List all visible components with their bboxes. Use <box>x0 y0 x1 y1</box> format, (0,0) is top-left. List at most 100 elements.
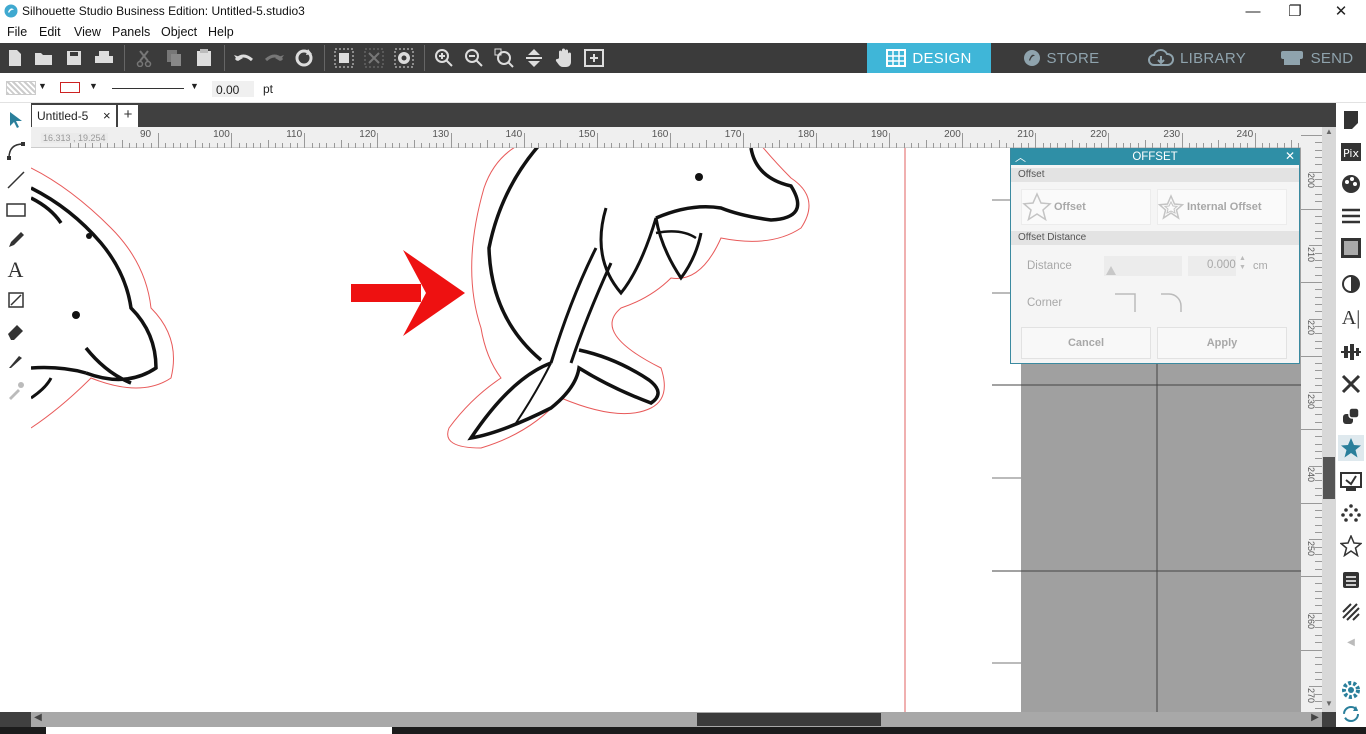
open-folder-icon[interactable] <box>31 46 57 70</box>
fit-to-page-icon[interactable] <box>521 46 547 70</box>
distance-spinner-icon[interactable]: ▲ ▼ <box>1239 254 1246 272</box>
minimize-button[interactable]: — <box>1230 0 1276 22</box>
print-icon[interactable] <box>91 46 117 70</box>
ungroup-icon[interactable] <box>361 46 387 70</box>
page-setup-icon[interactable] <box>1338 107 1364 133</box>
select-tool-icon[interactable] <box>3 107 28 133</box>
pan-hand-icon[interactable] <box>551 46 577 70</box>
compound-path-icon[interactable] <box>391 46 417 70</box>
collapse-chevron-icon[interactable]: ︿ <box>1015 149 1026 165</box>
line-color-swatch[interactable] <box>60 82 80 93</box>
save-icon[interactable] <box>61 46 87 70</box>
trace-icon[interactable] <box>1338 469 1364 495</box>
store-icon <box>1023 50 1040 66</box>
distance-slider[interactable] <box>1104 256 1182 276</box>
rectangle-tool-icon[interactable] <box>3 197 28 223</box>
collapse-panel-icon[interactable]: ◀ <box>1338 629 1364 655</box>
image-effects-icon[interactable] <box>1338 235 1364 261</box>
scroll-down-icon[interactable]: ▼ <box>1323 699 1335 711</box>
star-outline-icon[interactable] <box>1338 533 1364 559</box>
main-dolphin-image <box>447 148 810 449</box>
ruler-label: 230 <box>1306 393 1316 409</box>
ruler-label: 170 <box>724 129 742 140</box>
corner-sharp-icon[interactable] <box>1113 292 1137 312</box>
close-tab-icon[interactable]: × <box>103 108 111 123</box>
copy-icon[interactable] <box>161 46 187 70</box>
tab-library[interactable]: LIBRARY <box>1132 43 1262 73</box>
internal-offset-button[interactable]: Internal Offset <box>1157 189 1287 225</box>
distance-input[interactable]: 0.000 <box>1188 256 1236 276</box>
eyedropper-tool-icon[interactable] <box>3 377 28 403</box>
sketch-tool-icon[interactable] <box>3 287 28 313</box>
menu-file[interactable]: File <box>7 25 27 39</box>
apply-button[interactable]: Apply <box>1157 327 1287 359</box>
zoom-in-icon[interactable] <box>431 46 457 70</box>
tab-design[interactable]: DESIGN <box>867 43 991 73</box>
line-tool-icon[interactable] <box>3 167 28 193</box>
tab-send[interactable]: SEND <box>1266 43 1366 73</box>
sketch-panel-icon[interactable] <box>1338 599 1364 625</box>
horizontal-scrollbar[interactable]: ◀ ▶ <box>31 712 1322 727</box>
replicate-icon[interactable] <box>1338 403 1364 429</box>
new-file-icon[interactable] <box>2 46 28 70</box>
paste-icon[interactable] <box>191 46 217 70</box>
contrast-icon[interactable] <box>1338 271 1364 297</box>
redo-icon[interactable] <box>261 46 287 70</box>
line-style-preview[interactable] <box>112 88 184 89</box>
horizontal-scroll-thumb[interactable] <box>697 713 881 726</box>
layers-icon[interactable] <box>1338 567 1364 593</box>
cancel-button[interactable]: Cancel <box>1021 327 1151 359</box>
undo-icon[interactable] <box>231 46 257 70</box>
menu-help[interactable]: Help <box>208 25 234 39</box>
corner-round-icon[interactable] <box>1159 292 1183 312</box>
tab-store[interactable]: STORE <box>1007 43 1115 73</box>
zoom-out-icon[interactable] <box>461 46 487 70</box>
add-tab-button[interactable]: + <box>118 105 138 127</box>
transform-icon[interactable] <box>1338 371 1364 397</box>
text-tool-icon[interactable]: A <box>3 257 28 283</box>
fill-swatch[interactable] <box>6 81 36 95</box>
eraser-tool-icon[interactable] <box>3 317 28 343</box>
knife-tool-icon[interactable] <box>3 347 28 373</box>
offset-panel-star-icon[interactable] <box>1338 435 1364 461</box>
ruler-label: 160 <box>651 129 669 140</box>
cut-icon[interactable] <box>131 46 157 70</box>
sync-icon[interactable] <box>1338 701 1364 727</box>
close-window-button[interactable]: ✕ <box>1318 0 1364 22</box>
scroll-right-icon[interactable]: ▶ <box>1308 712 1322 727</box>
group-icon[interactable] <box>331 46 357 70</box>
text-style-icon[interactable]: A| <box>1338 305 1364 331</box>
offset-button[interactable]: Offset <box>1021 189 1151 225</box>
right-panel-toolbar: Pix A| ◀ <box>1336 103 1366 727</box>
slider-handle-icon[interactable] <box>1106 266 1116 275</box>
pencil-tool-icon[interactable] <box>3 227 28 253</box>
add-page-icon[interactable] <box>581 46 607 70</box>
menu-view[interactable]: View <box>74 25 101 39</box>
menu-panels[interactable]: Panels <box>112 25 150 39</box>
close-panel-icon[interactable]: ✕ <box>1285 149 1295 163</box>
align-icon[interactable] <box>1338 339 1364 365</box>
settings-gear-icon[interactable] <box>1338 677 1364 703</box>
vertical-scrollbar[interactable]: ▲ ▼ <box>1322 127 1336 712</box>
zoom-select-icon[interactable] <box>491 46 517 70</box>
scroll-left-icon[interactable]: ◀ <box>31 712 45 727</box>
edit-points-icon[interactable] <box>3 137 28 163</box>
line-panel-icon[interactable] <box>1338 203 1364 229</box>
window-title: Silhouette Studio Business Edition: Unti… <box>22 4 305 18</box>
scroll-up-icon[interactable]: ▲ <box>1323 127 1335 139</box>
vertical-scroll-thumb[interactable] <box>1323 457 1335 499</box>
restore-button[interactable]: ❐ <box>1272 0 1318 22</box>
fill-dropdown-icon[interactable]: ▼ <box>38 81 47 91</box>
redraw-icon[interactable] <box>291 46 317 70</box>
menu-object[interactable]: Object <box>161 25 197 39</box>
pixscan-icon[interactable]: Pix <box>1338 139 1364 165</box>
rhinestone-icon[interactable] <box>1338 501 1364 527</box>
fill-panel-icon[interactable] <box>1338 171 1364 197</box>
ruler-label: 90 <box>140 129 152 140</box>
internal-offset-button-label: Internal Offset <box>1187 201 1262 213</box>
line-color-dropdown-icon[interactable]: ▼ <box>89 81 98 91</box>
menu-edit[interactable]: Edit <box>39 25 61 39</box>
line-width-input[interactable]: 0.00 <box>212 81 254 97</box>
offset-panel: ︿ OFFSET ✕ Offset Offset Internal Offset… <box>1010 148 1300 364</box>
line-style-dropdown-icon[interactable]: ▼ <box>190 81 199 91</box>
